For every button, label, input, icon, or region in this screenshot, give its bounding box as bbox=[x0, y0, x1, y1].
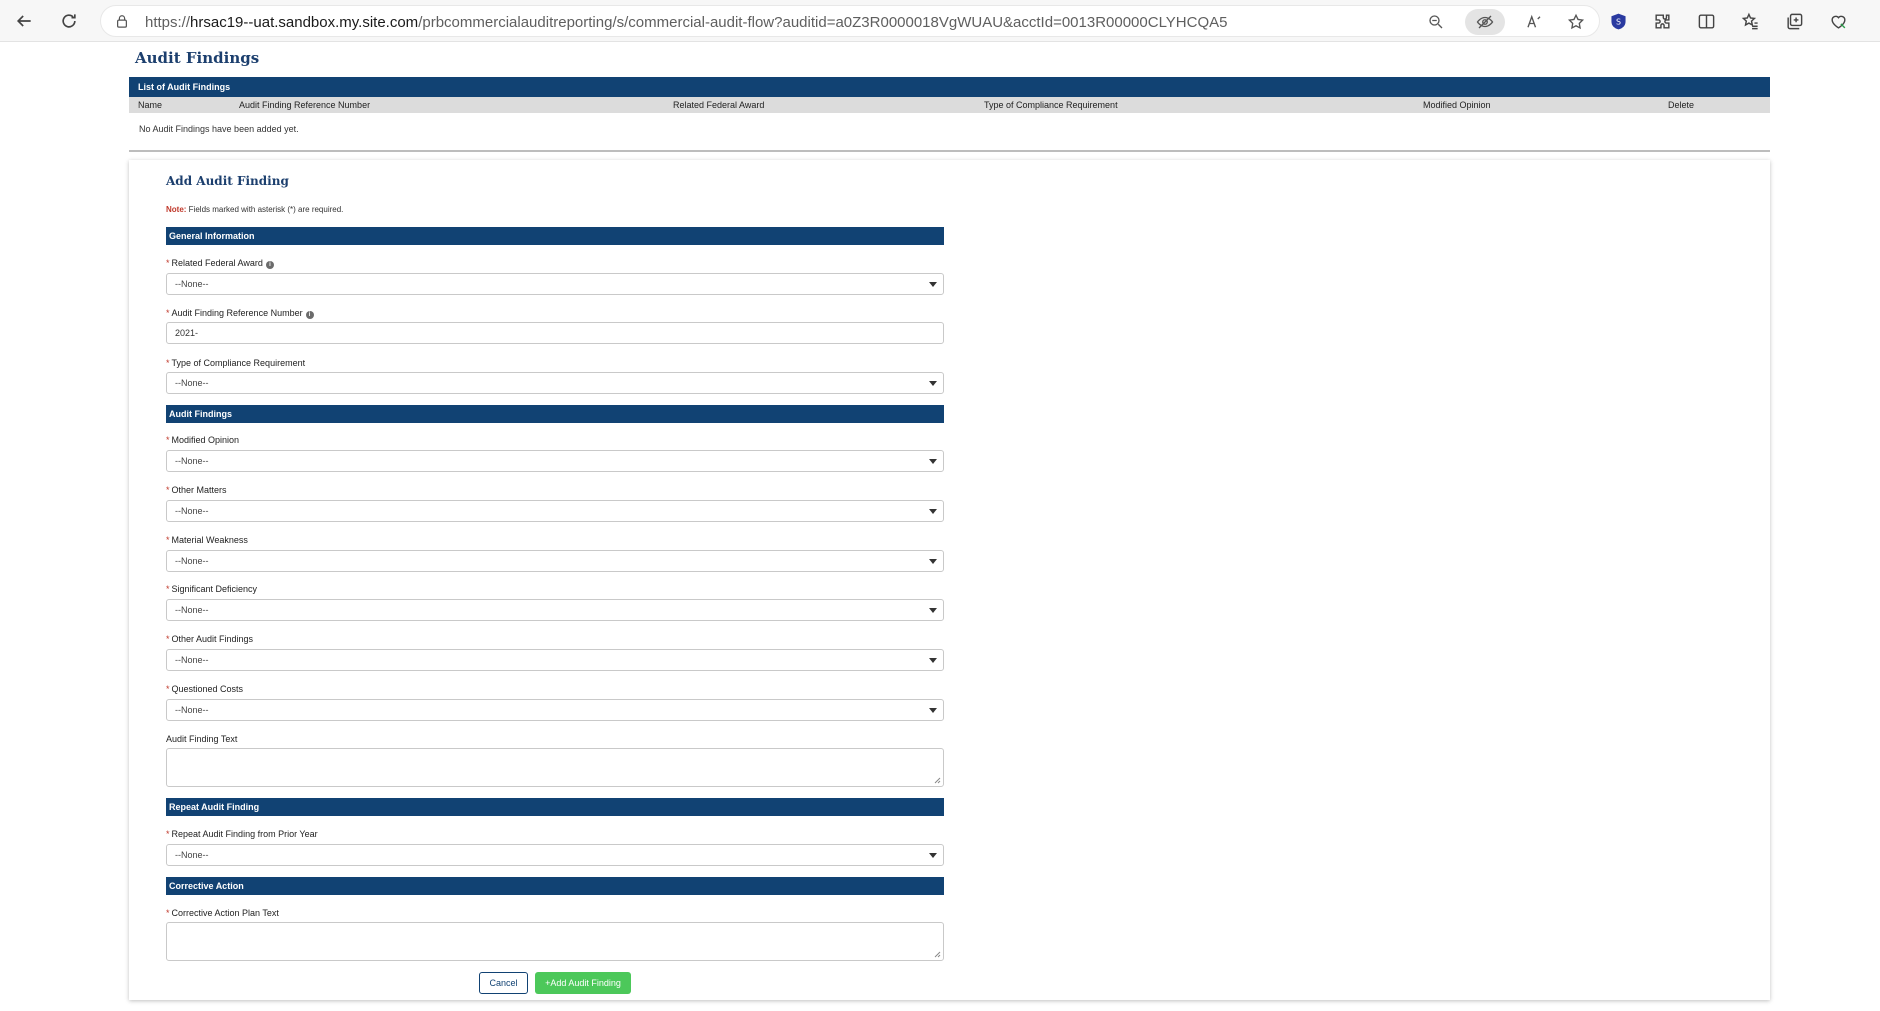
repeat-prior-year-label: * Repeat Audit Finding from Prior Year bbox=[166, 829, 318, 839]
refresh-icon[interactable] bbox=[57, 9, 81, 33]
chevron-down-icon bbox=[929, 282, 937, 287]
column-name: Name bbox=[138, 100, 163, 110]
info-icon[interactable]: i bbox=[265, 261, 274, 269]
collections-icon[interactable] bbox=[1782, 9, 1806, 33]
related-federal-award-label: * Related Federal Award i bbox=[166, 258, 274, 269]
column-reference-number: Audit Finding Reference Number bbox=[239, 100, 371, 110]
split-screen-icon[interactable] bbox=[1694, 9, 1718, 33]
address-bar[interactable]: https://hrsac19--uat.sandbox.my.site.com… bbox=[100, 5, 1600, 37]
column-related-federal-award: Related Federal Award bbox=[673, 100, 765, 110]
audit-findings-list: List of Audit Findings Name Audit Findin… bbox=[129, 77, 1770, 150]
chevron-down-icon bbox=[929, 381, 937, 386]
material-weakness-label: * Material Weakness bbox=[166, 535, 248, 545]
material-weakness-select[interactable]: --None-- bbox=[166, 550, 944, 572]
chevron-down-icon bbox=[929, 853, 937, 858]
extensions-icon[interactable] bbox=[1650, 9, 1674, 33]
compliance-type-label: * Type of Compliance Requirement bbox=[166, 358, 306, 368]
form-title: Add Audit Finding bbox=[166, 174, 289, 188]
other-audit-findings-select[interactable]: --None-- bbox=[166, 649, 944, 671]
chevron-down-icon bbox=[929, 559, 937, 564]
page-title: Audit Findings bbox=[135, 49, 260, 67]
audit-finding-text-label: Audit Finding Text bbox=[166, 734, 238, 744]
read-aloud-icon[interactable] bbox=[1521, 9, 1547, 35]
reference-number-label: * Audit Finding Reference Number i bbox=[166, 308, 314, 319]
url-text[interactable]: https://hrsac19--uat.sandbox.my.site.com… bbox=[145, 14, 1227, 31]
chevron-down-icon bbox=[929, 608, 937, 613]
add-audit-finding-button[interactable]: +Add Audit Finding bbox=[535, 972, 631, 994]
chevron-down-icon bbox=[929, 658, 937, 663]
column-delete: Delete bbox=[1668, 100, 1695, 110]
back-icon[interactable] bbox=[12, 9, 36, 33]
shield-extension-icon[interactable]: S bbox=[1606, 9, 1630, 33]
list-divider bbox=[129, 150, 1770, 152]
other-matters-select[interactable]: --None-- bbox=[166, 500, 944, 522]
favorite-star-icon[interactable] bbox=[1563, 9, 1589, 35]
section-audit-findings: Audit Findings bbox=[166, 405, 944, 423]
note-text: Fields marked with asterisk (*) are requ… bbox=[186, 205, 344, 214]
lock-icon[interactable] bbox=[115, 14, 129, 28]
info-icon[interactable]: i bbox=[305, 311, 314, 319]
resize-grip-icon[interactable] bbox=[934, 777, 941, 784]
chevron-down-icon bbox=[929, 708, 937, 713]
add-audit-finding-form: Add Audit Finding Note: Fields marked wi… bbox=[129, 160, 1770, 1000]
reference-number-input[interactable]: 2021- bbox=[166, 322, 944, 344]
note-label: Note: bbox=[166, 205, 187, 214]
related-federal-award-select[interactable]: --None-- bbox=[166, 273, 944, 295]
questioned-costs-select[interactable]: --None-- bbox=[166, 699, 944, 721]
significant-deficiency-label: * Significant Deficiency bbox=[166, 584, 258, 594]
browser-toolbar: https://hrsac19--uat.sandbox.my.site.com… bbox=[0, 0, 1880, 42]
chevron-down-icon bbox=[929, 459, 937, 464]
required-note: Note: Fields marked with asterisk (*) ar… bbox=[166, 205, 343, 214]
section-general-information: General Information bbox=[166, 227, 944, 245]
resize-grip-icon[interactable] bbox=[934, 951, 941, 958]
repeat-prior-year-select[interactable]: --None-- bbox=[166, 844, 944, 866]
questioned-costs-label: * Questioned Costs bbox=[166, 684, 244, 694]
other-audit-findings-label: * Other Audit Findings bbox=[166, 634, 254, 644]
audit-finding-text-area[interactable] bbox=[166, 748, 944, 787]
zoom-out-icon[interactable] bbox=[1423, 9, 1449, 35]
significant-deficiency-select[interactable]: --None-- bbox=[166, 599, 944, 621]
corrective-plan-label: * Corrective Action Plan Text bbox=[166, 908, 279, 918]
svg-text:S: S bbox=[1615, 17, 1620, 26]
cancel-button[interactable]: Cancel bbox=[479, 972, 528, 994]
list-header: List of Audit Findings bbox=[129, 77, 1770, 97]
modified-opinion-select[interactable]: --None-- bbox=[166, 450, 944, 472]
section-corrective-action: Corrective Action bbox=[166, 877, 944, 895]
column-compliance-type: Type of Compliance Requirement bbox=[984, 100, 1118, 110]
list-column-headers: Name Audit Finding Reference Number Rela… bbox=[129, 97, 1770, 113]
empty-list-message: No Audit Findings have been added yet. bbox=[139, 124, 299, 134]
tracking-prevention-icon[interactable] bbox=[1465, 9, 1505, 35]
chevron-down-icon bbox=[929, 509, 937, 514]
compliance-type-select[interactable]: --None-- bbox=[166, 372, 944, 394]
modified-opinion-label: * Modified Opinion bbox=[166, 435, 240, 445]
column-modified-opinion: Modified Opinion bbox=[1423, 100, 1491, 110]
corrective-plan-text-area[interactable] bbox=[166, 922, 944, 961]
favorites-icon[interactable] bbox=[1738, 9, 1762, 33]
browser-essentials-icon[interactable] bbox=[1826, 9, 1850, 33]
other-matters-label: * Other Matters bbox=[166, 485, 227, 495]
section-repeat-audit-finding: Repeat Audit Finding bbox=[166, 798, 944, 816]
